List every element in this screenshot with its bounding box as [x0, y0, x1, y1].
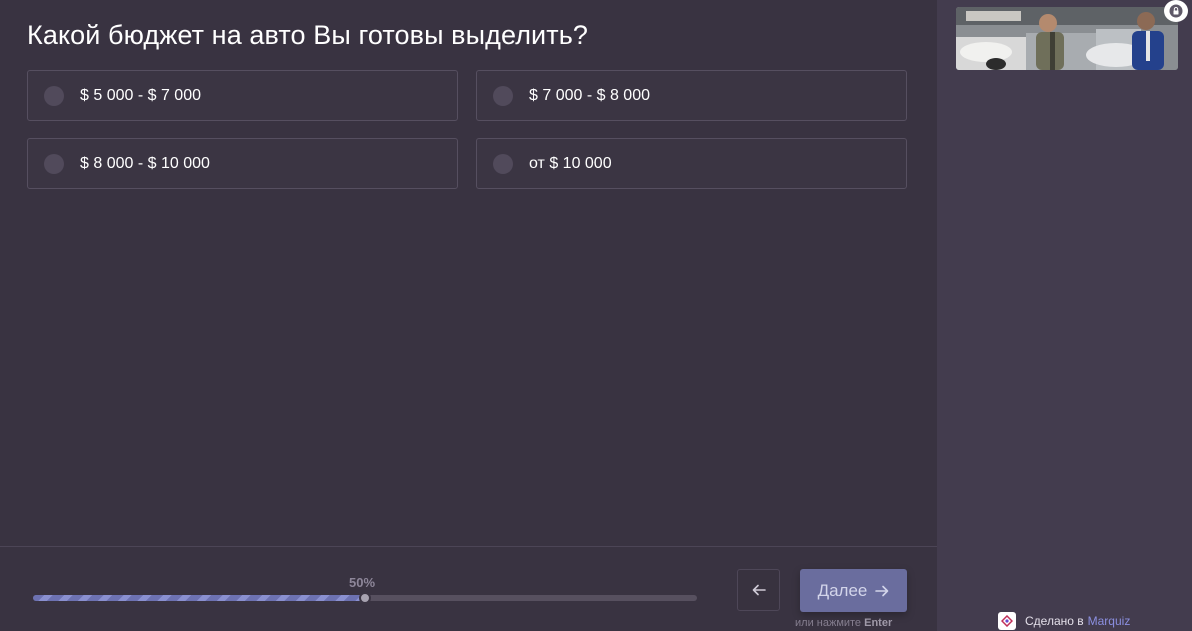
- enter-hint-prefix: или нажмите: [795, 617, 862, 629]
- arrow-right-icon: [875, 585, 889, 596]
- next-button[interactable]: Далее: [800, 569, 907, 612]
- quiz-main-panel: Какой бюджет на авто Вы готовы выделить?…: [0, 0, 937, 631]
- next-button-label: Далее: [817, 580, 868, 600]
- made-by-text: Сделано в: [1025, 614, 1084, 628]
- marquiz-link[interactable]: Marquiz: [1088, 614, 1131, 628]
- quiz-sidebar: [937, 0, 1192, 631]
- marquiz-logo-icon: [998, 612, 1016, 630]
- radio-button[interactable]: [44, 153, 64, 174]
- arrow-left-icon: [752, 584, 766, 596]
- answer-option[interactable]: $ 5 000 - $ 7 000: [27, 70, 458, 121]
- answer-option-label: $ 8 000 - $ 10 000: [80, 154, 210, 172]
- radio-button[interactable]: [493, 85, 513, 106]
- progress-bar: [33, 592, 697, 604]
- answer-option[interactable]: $ 8 000 - $ 10 000: [27, 138, 458, 189]
- lock-badge: [1164, 0, 1188, 22]
- enter-hint: или нажмите Enter: [795, 617, 892, 629]
- answer-option[interactable]: от $ 10 000: [476, 138, 907, 189]
- question-title: Какой бюджет на авто Вы готовы выделить?: [27, 20, 588, 50]
- back-button[interactable]: [737, 569, 780, 611]
- progress-percent: 50%: [349, 575, 376, 590]
- photo-illustration: [956, 7, 1178, 70]
- radio-button[interactable]: [493, 153, 513, 174]
- lock-icon: [1169, 4, 1183, 18]
- answer-option-label: от $ 10 000: [529, 154, 612, 172]
- answer-option-label: $ 7 000 - $ 8 000: [529, 86, 650, 104]
- made-by-marquiz[interactable]: Сделано в Marquiz: [998, 612, 1130, 630]
- progress-fill: [33, 595, 365, 601]
- answer-option-label: $ 5 000 - $ 7 000: [80, 86, 201, 104]
- progress-knob: [359, 592, 371, 604]
- enter-hint-key: Enter: [864, 617, 893, 629]
- radio-button[interactable]: [44, 85, 64, 106]
- sidebar-photo: [956, 7, 1178, 70]
- quiz-footer: 50% Далее или нажмите Enter: [0, 546, 937, 631]
- answer-option[interactable]: $ 7 000 - $ 8 000: [476, 70, 907, 121]
